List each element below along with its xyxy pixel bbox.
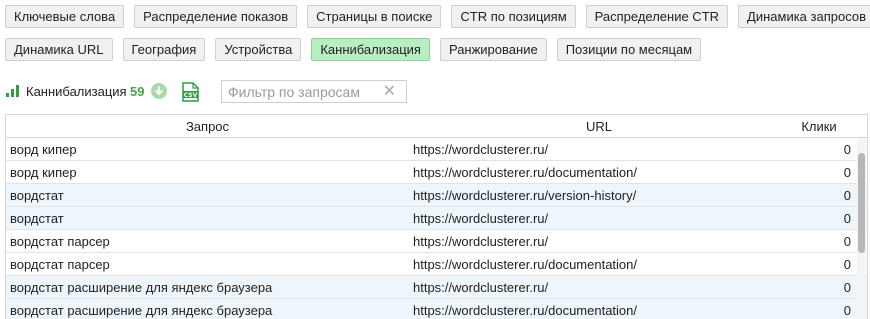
cell-url: https://wordclusterer.ru/ — [413, 142, 549, 157]
table-row[interactable]: вордстат парсер https://wordclusterer.ru… — [6, 253, 867, 276]
query-filter-input[interactable] — [228, 83, 378, 100]
table-row[interactable]: вордстат расширение для яндекс браузера … — [6, 299, 867, 319]
tab-cannibalization[interactable]: Каннибализация — [311, 38, 430, 61]
cell-query: ворд кипер — [10, 142, 77, 157]
tab-geography[interactable]: География — [122, 38, 206, 61]
tab-row-2: Динамика URL География Устройства Канниб… — [5, 38, 865, 61]
cell-url: https://wordclusterer.ru/version-history… — [413, 188, 637, 203]
tab-keywords[interactable]: Ключевые слова — [5, 5, 125, 28]
cell-clicks: 0 — [843, 142, 851, 157]
csv-export-icon[interactable]: CSV — [182, 82, 200, 102]
table-row[interactable]: вордстат https://wordclusterer.ru/versio… — [6, 184, 867, 207]
cell-url: https://wordclusterer.ru/documentation/ — [413, 257, 638, 272]
report-toolbar: Каннибализация 59 CSV ✕ — [6, 80, 866, 104]
tab-positions-by-month[interactable]: Позиции по месяцам — [556, 38, 702, 61]
cell-clicks: 0 — [843, 211, 851, 226]
scrollbar-thumb[interactable] — [858, 153, 865, 253]
cell-query: вордстат расширение для яндекс браузера — [10, 280, 273, 295]
tab-ctr-by-position[interactable]: CTR по позициям — [451, 5, 576, 28]
table-row[interactable]: ворд кипер https://wordclusterer.ru/docu… — [6, 161, 867, 184]
cannibalization-table: Запрос URL Клики ворд кипер https://word… — [5, 114, 868, 319]
tab-ctr-distribution[interactable]: Распределение CTR — [585, 5, 729, 28]
svg-text:CSV: CSV — [184, 92, 198, 99]
cell-clicks: 0 — [843, 280, 851, 295]
tab-devices[interactable]: Устройства — [215, 38, 302, 61]
table-scrollbar[interactable] — [857, 138, 866, 319]
cell-url: https://wordclusterer.ru/documentation/ — [413, 165, 638, 180]
column-header-query[interactable]: Запрос — [6, 119, 409, 134]
result-count: 59 — [130, 84, 145, 99]
tab-ranking[interactable]: Ранжирование — [439, 38, 547, 61]
table-header: Запрос URL Клики — [6, 115, 867, 138]
tab-url-dynamics[interactable]: Динамика URL — [5, 38, 113, 61]
cell-query: ворд кипер — [10, 165, 77, 180]
column-header-url[interactable]: URL — [409, 119, 789, 134]
cell-url: https://wordclusterer.ru/ — [413, 211, 549, 226]
cell-clicks: 0 — [843, 234, 851, 249]
tab-impressions-distribution[interactable]: Распределение показов — [134, 5, 298, 28]
cell-query: вордстат — [10, 188, 64, 203]
cell-url: https://wordclusterer.ru/ — [413, 280, 549, 295]
cell-clicks: 0 — [843, 303, 851, 318]
cell-query: вордстат парсер — [10, 234, 110, 249]
tab-search-pages[interactable]: Страницы в поиске — [307, 5, 442, 28]
report-title: Каннибализация — [26, 84, 127, 99]
table-row[interactable]: вордстат https://wordclusterer.ru/ 0 — [6, 207, 867, 230]
query-filter: ✕ — [221, 80, 407, 103]
cell-url: https://wordclusterer.ru/documentation/ — [413, 303, 638, 318]
table-row[interactable]: ворд кипер https://wordclusterer.ru/ 0 — [6, 138, 867, 161]
report-tabs: Ключевые слова Распределение показов Стр… — [5, 5, 870, 71]
cell-clicks: 0 — [843, 257, 851, 272]
cell-query: вордстат парсер — [10, 257, 110, 272]
cell-query: вордстат — [10, 211, 64, 226]
column-header-clicks[interactable]: Клики — [789, 119, 849, 134]
table-row[interactable]: вордстат расширение для яндекс браузера … — [6, 276, 867, 299]
cell-clicks: 0 — [843, 188, 851, 203]
clear-filter-icon[interactable]: ✕ — [383, 82, 396, 101]
cell-clicks: 0 — [843, 165, 851, 180]
table-row[interactable]: вордстат парсер https://wordclusterer.ru… — [6, 230, 867, 253]
tab-query-dynamics[interactable]: Динамика запросов — [738, 5, 870, 28]
cell-query: вордстат расширение для яндекс браузера — [10, 303, 273, 318]
download-icon[interactable] — [151, 83, 167, 99]
cell-url: https://wordclusterer.ru/ — [413, 234, 549, 249]
bar-chart-icon — [6, 85, 20, 97]
tab-row-1: Ключевые слова Распределение показов Стр… — [5, 5, 870, 28]
